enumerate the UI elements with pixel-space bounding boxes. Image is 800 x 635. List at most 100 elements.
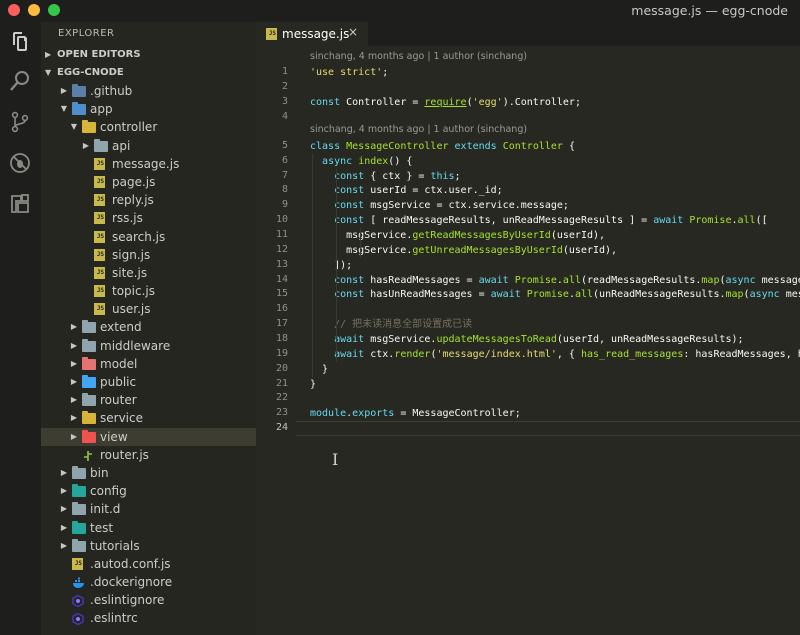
- docker-file-icon: [72, 576, 86, 589]
- tree-item[interactable]: JS rss.js: [41, 209, 256, 227]
- code-lens-blame[interactable]: sinchang, 4 months ago | 1 author (sinch…: [310, 51, 527, 62]
- code-line[interactable]: await msgService.updateMessagesToRead(us…: [310, 332, 743, 347]
- tree-item[interactable]: .dockerignore: [41, 573, 256, 591]
- code-line[interactable]: const userId = ctx.user._id;: [310, 183, 503, 198]
- minimize-window-button[interactable]: [28, 4, 40, 16]
- code-line[interactable]: const msgService = ctx.service.message;: [310, 198, 569, 213]
- code-area[interactable]: sinchang, 4 months ago | 1 author (sinch…: [310, 46, 800, 635]
- line-number: 8: [281, 184, 288, 196]
- tree-item[interactable]: ▼ controller: [41, 118, 256, 136]
- window-title: message.js — egg-cnode: [631, 3, 788, 18]
- tree-item[interactable]: ▼ app: [41, 100, 256, 118]
- code-line[interactable]: const Controller = require('egg').Contro…: [310, 95, 581, 110]
- folder-icon: [72, 502, 86, 516]
- tree-item[interactable]: ▶ .github: [41, 82, 256, 100]
- code-line[interactable]: // 把未读消息全部设置成已读: [310, 317, 472, 332]
- tree-item-label: topic.js: [112, 284, 155, 299]
- folder-icon: [72, 102, 86, 116]
- eslint-file-icon: [72, 594, 86, 608]
- tree-item[interactable]: JS message.js: [41, 155, 256, 173]
- code-lens-blame[interactable]: sinchang, 4 months ago | 1 author (sinch…: [310, 124, 527, 135]
- code-line[interactable]: class MessageController extends Controll…: [310, 139, 575, 154]
- folder-icon: [72, 538, 86, 552]
- code-line[interactable]: ]);: [310, 258, 352, 273]
- explorer-icon[interactable]: [8, 29, 34, 55]
- tree-item[interactable]: ▶ service: [41, 409, 256, 427]
- folder-icon: [82, 375, 96, 388]
- line-number: 18: [275, 332, 288, 344]
- tree-item[interactable]: ▶ extend: [41, 318, 256, 336]
- line-number: 6: [281, 154, 288, 166]
- close-tab-button[interactable]: ×: [348, 25, 358, 39]
- tree-item[interactable]: ▶ tutorials: [41, 537, 256, 555]
- tree-item[interactable]: ▶ model: [41, 355, 256, 373]
- folder-icon: [82, 429, 96, 443]
- tree-item[interactable]: ▶ view: [41, 427, 256, 446]
- folder-icon: [72, 84, 86, 97]
- text-cursor-icon: I: [332, 450, 339, 469]
- tree-item[interactable]: .eslintrc: [41, 609, 256, 627]
- tree-item[interactable]: ▶ bin: [41, 464, 256, 482]
- tree-item[interactable]: JS search.js: [41, 228, 256, 246]
- tree-item[interactable]: ▶ init.d: [41, 500, 256, 518]
- tree-item[interactable]: .eslintignore: [41, 591, 256, 609]
- explorer-sidebar: EXPLORER ▶ OPEN EDITORS ▼ EGG-CNODE ▶ .gith…: [41, 22, 256, 635]
- tree-item[interactable]: JS sign.js: [41, 246, 256, 264]
- line-number: 20: [275, 362, 288, 374]
- tree-item-label: tutorials: [90, 538, 140, 553]
- code-line[interactable]: const [ readMessageResults, unReadMessag…: [310, 213, 768, 228]
- chevron-right-icon: ▶: [70, 377, 78, 386]
- chevron-right-icon: ▶: [60, 540, 68, 550]
- debug-icon[interactable]: [8, 151, 34, 177]
- tree-item[interactable]: JS topic.js: [41, 282, 256, 300]
- extensions-icon[interactable]: [8, 192, 34, 218]
- close-window-button[interactable]: [8, 4, 20, 16]
- code-line[interactable]: const { ctx } = this;: [310, 169, 460, 184]
- js-file-icon: JS: [266, 28, 277, 40]
- tree-item[interactable]: JS user.js: [41, 300, 256, 318]
- tree-item[interactable]: JS reply.js: [41, 191, 256, 209]
- explorer-title: EXPLORER: [58, 28, 115, 39]
- code-line[interactable]: 'use strict';: [310, 65, 388, 80]
- line-number: 7: [281, 169, 288, 181]
- tree-item[interactable]: router.js: [41, 446, 256, 464]
- chevron-right-icon: ▶: [70, 322, 78, 332]
- code-line[interactable]: msgService.getUnreadMessagesByUserId(use…: [310, 243, 617, 258]
- tree-item-label: rss.js: [112, 211, 143, 226]
- eslint-file-icon: [72, 612, 86, 626]
- js-file-icon: JS: [94, 285, 108, 298]
- code-line[interactable]: module.exports = MessageController;: [310, 406, 521, 421]
- open-editors-header[interactable]: ▶ OPEN EDITORS: [41, 46, 256, 64]
- project-header[interactable]: ▼ EGG-CNODE: [41, 64, 256, 82]
- source-control-icon[interactable]: [8, 110, 34, 136]
- tree-item[interactable]: ▶ test: [41, 519, 256, 537]
- line-number: 24: [275, 422, 288, 434]
- title-bar: message.js — egg-cnode: [0, 0, 800, 22]
- line-number: 15: [275, 288, 288, 300]
- search-icon[interactable]: [8, 69, 34, 95]
- tree-item[interactable]: JS site.js: [41, 264, 256, 282]
- activity-bar: [0, 22, 41, 635]
- tree-item[interactable]: ▶ config: [41, 482, 256, 500]
- tree-item[interactable]: ▶ api: [41, 137, 256, 155]
- code-line[interactable]: await ctx.render('message/index.html', {…: [310, 347, 800, 362]
- tab-message-js[interactable]: JS message.js ×: [256, 22, 368, 46]
- code-line[interactable]: async index() {: [310, 154, 412, 169]
- tree-item-label: public: [100, 375, 137, 389]
- folder-icon: [82, 338, 96, 352]
- tree-item[interactable]: ▶ public: [41, 373, 256, 391]
- code-line[interactable]: const hasReadMessages = await Promise.al…: [310, 273, 800, 288]
- code-line[interactable]: const hasUnReadMessages = await Promise.…: [310, 287, 800, 302]
- tree-item[interactable]: ▶ middleware: [41, 337, 256, 355]
- tree-item-label: config: [90, 484, 127, 499]
- chevron-right-icon: ▶: [60, 467, 68, 477]
- code-line[interactable]: }: [310, 377, 316, 392]
- line-number: 16: [275, 303, 288, 315]
- zoom-window-button[interactable]: [48, 4, 60, 16]
- tree-item[interactable]: JS page.js: [41, 173, 256, 191]
- tree-item[interactable]: ▶ router: [41, 391, 256, 409]
- tree-item[interactable]: JS .autod.conf.js: [41, 555, 256, 573]
- tree-item-label: extend: [100, 320, 142, 335]
- code-editor[interactable]: 1 2 3 4 5 6 7 8 9 10 11 12 13 14 15 16 17 18 19 20 21 22 23 24 …: [256, 46, 800, 635]
- code-line[interactable]: msgService.getReadMessagesByUserId(userI…: [310, 228, 605, 243]
